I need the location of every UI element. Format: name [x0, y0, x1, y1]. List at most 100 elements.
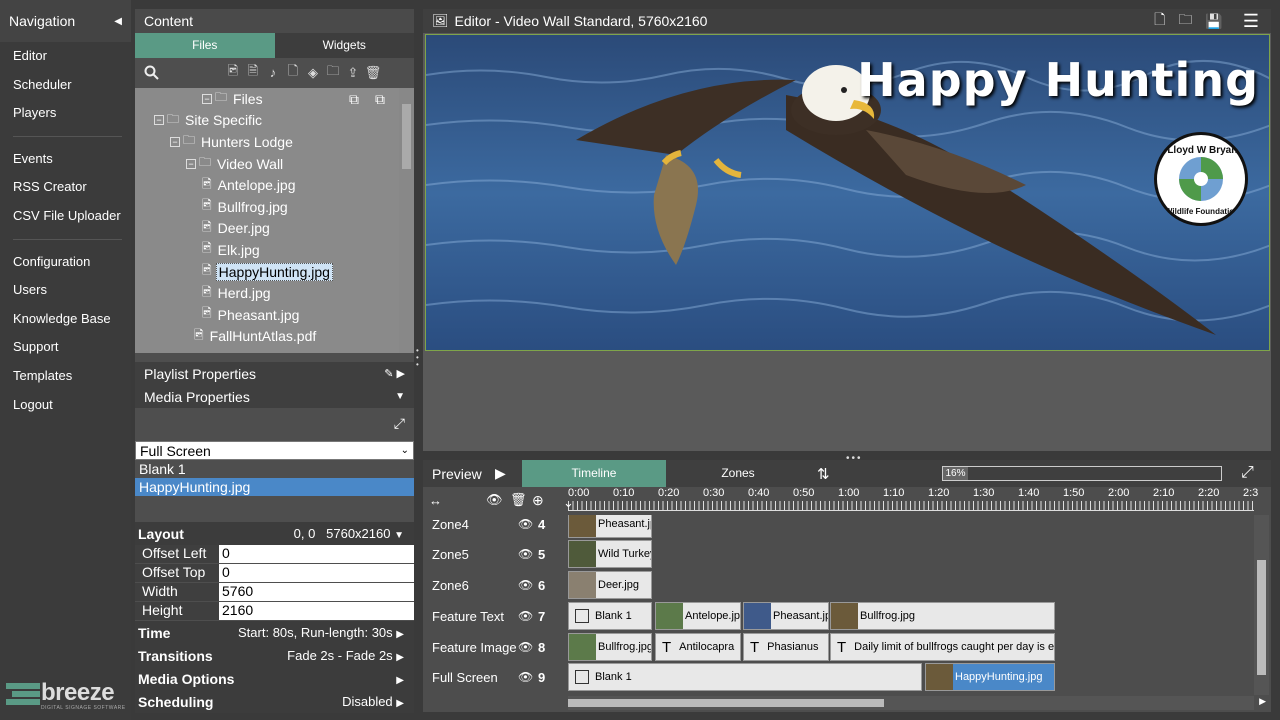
transitions-row[interactable]: Transitions Fade 2s - Fade 2s ▶ — [135, 644, 414, 667]
upload-icon[interactable]: ⇪ — [343, 64, 363, 82]
timeline-clip[interactable]: HappyHunting.jpg — [925, 663, 1055, 691]
add-document-icon[interactable]: 🗎 — [243, 63, 263, 82]
tree-file[interactable]: 🖻 Bullfrog.jpg — [138, 196, 398, 218]
timeline-clip[interactable]: T Phasianus — [743, 633, 829, 661]
chevron-down-icon[interactable]: ▼ — [395, 391, 405, 402]
tree-file[interactable]: 🖻 Herd.jpg — [138, 282, 398, 304]
nav-item-knowledge-base[interactable]: Knowledge Base — [0, 305, 131, 334]
expand-icon[interactable]: ⤢ — [394, 415, 405, 432]
tree-file[interactable]: 🖻 Elk.jpg — [138, 239, 398, 261]
play-icon[interactable]: ▶ — [495, 465, 522, 482]
property-field-input[interactable]: 5760 — [219, 583, 414, 601]
layers-icon[interactable]: ◈ — [303, 64, 323, 82]
timeline-clip[interactable]: Bullfrog.jpg — [568, 633, 652, 661]
nav-item-csv-file-uploader[interactable]: CSV File Uploader — [0, 202, 131, 231]
nav-item-users[interactable]: Users — [0, 276, 131, 305]
nav-item-support[interactable]: Support — [0, 333, 131, 362]
eye-icon[interactable]: 👁 — [518, 517, 538, 531]
tree-folder[interactable]: − 🗀 Site Specific — [138, 110, 398, 132]
nav-item-rss-creator[interactable]: RSS Creator — [0, 173, 131, 202]
trash-icon[interactable]: 🗑 — [510, 492, 532, 508]
nav-item-editor[interactable]: Editor — [0, 42, 131, 71]
timeline-clip[interactable]: Bullfrog.jpg — [830, 602, 1055, 630]
collapse-toggle-icon[interactable]: − — [170, 136, 180, 147]
timeline-clip[interactable]: Pheasant.jpg — [568, 515, 652, 538]
zone-row-label[interactable]: Full Screen 👁 9 — [423, 662, 568, 692]
zone-row-label[interactable]: Zone4 👁 4 — [423, 515, 568, 539]
tree-file[interactable]: 🖻 Deer.jpg — [138, 218, 398, 240]
vertical-resize-handle[interactable]: • • • — [416, 347, 419, 369]
copy-icon[interactable]: ⧉ — [349, 91, 359, 108]
property-field-input[interactable]: 2160 — [219, 602, 414, 620]
zoom-slider[interactable]: 16% — [942, 466, 1222, 481]
nav-item-configuration[interactable]: Configuration — [0, 248, 131, 277]
media-properties-header[interactable]: Media Properties ▼ — [135, 385, 414, 408]
scroll-right-icon[interactable]: ▶ — [1259, 696, 1266, 707]
fullscreen-icon[interactable]: ⤢ — [1241, 464, 1254, 482]
collapse-toggle-icon[interactable]: − — [186, 158, 196, 169]
editor-canvas[interactable]: Happy Hunting Lloyd W Bryant Wildlife Fo… — [425, 34, 1270, 351]
fit-width-icon[interactable]: ↔ — [429, 493, 486, 508]
zone-row-label[interactable]: Feature Text 👁 7 — [423, 601, 568, 631]
menu-icon[interactable]: ☰ — [1243, 11, 1259, 32]
nav-item-scheduler[interactable]: Scheduler — [0, 71, 131, 100]
property-field-input[interactable]: 0 — [219, 564, 414, 582]
edit-pencil-icon[interactable]: ✎ ▶ — [384, 367, 405, 380]
tree-file[interactable]: 🖻 Pheasant.jpg — [138, 304, 398, 326]
timeline-horizontal-scrollbar[interactable]: ▶ — [568, 696, 1266, 710]
timeline-clip[interactable]: Blank 1 — [568, 663, 922, 691]
timeline-vertical-scrollbar[interactable] — [1254, 515, 1269, 695]
new-folder-icon[interactable]: 🗀 — [323, 63, 343, 82]
sort-arrows-icon[interactable]: ⇅ — [817, 465, 830, 483]
tab-zones[interactable]: Zones — [666, 460, 810, 487]
duplicate-icon[interactable]: ⧉ — [375, 91, 385, 108]
tab-timeline[interactable]: Timeline — [522, 460, 666, 487]
timeline-clip[interactable]: Blank 1 — [568, 602, 652, 630]
eye-icon[interactable]: 👁 — [518, 578, 538, 592]
delete-icon[interactable]: 🗑 — [363, 64, 383, 82]
open-folder-icon[interactable]: 🗀 — [1178, 9, 1192, 33]
new-file-icon[interactable]: 🗋 — [1154, 9, 1165, 33]
collapse-toggle-icon[interactable]: − — [202, 93, 212, 104]
zone-select[interactable]: Full Screen ⌄ — [135, 441, 414, 460]
collapse-toggle-icon[interactable]: − — [154, 115, 164, 126]
media-options-row[interactable]: Media Options ▶ — [135, 667, 414, 690]
visibility-eye-icon[interactable]: 👁 — [486, 492, 510, 508]
zone-row-label[interactable]: Feature Image 👁 8 — [423, 632, 568, 662]
timeline-clip[interactable]: Wild Turkey — [568, 540, 652, 568]
playlist-properties-header[interactable]: Playlist Properties ✎ ▶ — [135, 362, 414, 385]
time-row[interactable]: Time Start: 80s, Run-length: 30s ▶ — [135, 621, 414, 644]
scheduling-row[interactable]: Scheduling Disabled ▶ — [135, 690, 414, 713]
tree-file[interactable]: 🖻 FallHuntAtlas.pdf — [138, 326, 398, 348]
tab-widgets[interactable]: Widgets — [274, 33, 414, 58]
tab-files[interactable]: Files — [135, 33, 275, 58]
collapse-left-icon[interactable]: ◀ — [114, 16, 122, 27]
layout-row[interactable]: Layout 0, 0 5760x2160 ▼ — [135, 522, 414, 545]
tree-folder[interactable]: − 🗀 Hunters Lodge — [138, 131, 398, 153]
nav-item-logout[interactable]: Logout — [0, 391, 131, 420]
eye-icon[interactable]: 👁 — [518, 670, 538, 684]
eye-icon[interactable]: 👁 — [518, 609, 538, 623]
timeline-clip[interactable]: Antelope.jpg — [655, 602, 741, 630]
timeline-clip[interactable]: Deer.jpg — [568, 571, 652, 599]
tree-file[interactable]: 🖻 Antelope.jpg — [138, 174, 398, 196]
add-audio-icon[interactable]: ♪ — [263, 64, 283, 82]
media-list-item-selected[interactable]: HappyHunting.jpg — [135, 478, 414, 496]
timeline-clip[interactable]: T Antilocapra — [655, 633, 741, 661]
nav-item-events[interactable]: Events — [0, 145, 131, 174]
save-icon[interactable]: 💾 — [1205, 13, 1222, 30]
search-icon[interactable] — [141, 64, 161, 82]
timeline-clip[interactable]: T Daily limit of bullfrogs caught per day… — [830, 633, 1055, 661]
media-list-item[interactable]: Blank 1 — [135, 460, 414, 478]
tree-file[interactable]: 🖻 HappyHunting.jpg — [138, 261, 398, 283]
eye-icon[interactable]: 👁 — [518, 640, 538, 654]
playhead-icon[interactable]: ⌄ — [563, 495, 574, 511]
property-field-input[interactable]: 0 — [219, 545, 414, 563]
eye-icon[interactable]: 👁 — [518, 547, 538, 561]
tree-folder[interactable]: − 🗀 Video Wall — [138, 153, 398, 175]
time-ruler[interactable]: 0:00 0:10 0:20 0:30 0:40 0:50 1:00 1:10 1:20 1:30… — [563, 487, 1258, 513]
zone-row-label[interactable]: Zone6 👁 6 — [423, 570, 568, 600]
zone-row-label[interactable]: Zone5 👁 5 — [423, 539, 568, 569]
nav-item-players[interactable]: Players — [0, 99, 131, 128]
add-image-icon[interactable]: 🖻 — [223, 63, 243, 82]
